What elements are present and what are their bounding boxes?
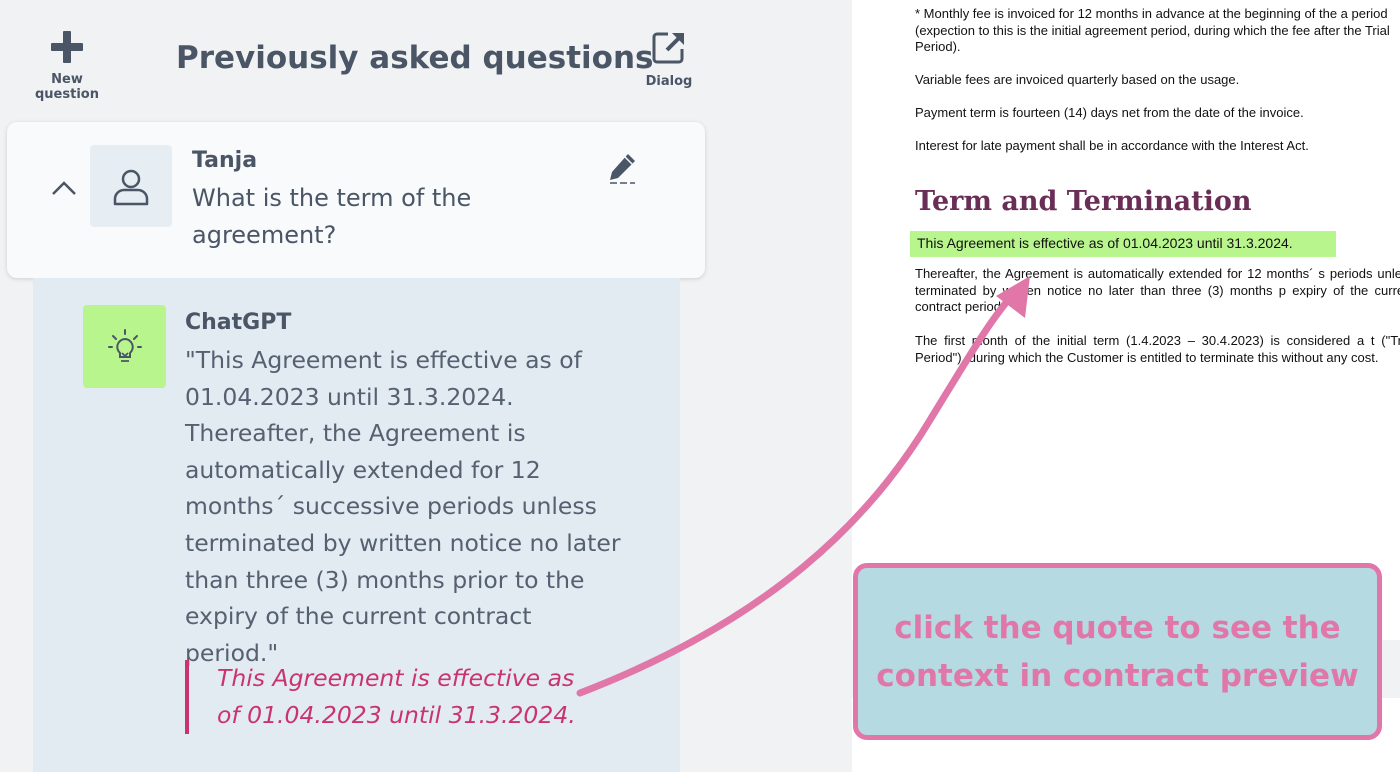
doc-heading: Term and Termination: [915, 186, 1252, 217]
page-title: Previously asked questions: [176, 40, 654, 76]
doc-paragraph-variable: Variable fees are invoiced quarterly bas…: [915, 72, 1240, 87]
new-question-label: New question: [35, 72, 99, 102]
doc-paragraph-payment: Payment term is fourteen (14) days net f…: [915, 105, 1304, 120]
answer-text: "This Agreement is effective as of 01.04…: [185, 346, 621, 667]
doc-paragraph-interest: Interest for late payment shall be in ac…: [915, 138, 1309, 153]
dialog-button[interactable]: Dialog: [640, 30, 698, 89]
dialog-label: Dialog: [645, 74, 693, 89]
answer-author: ChatGPT: [185, 310, 292, 335]
chevron-up-icon[interactable]: [50, 174, 78, 202]
answer-quote-link[interactable]: This Agreement is effective as of 01.04.…: [185, 660, 597, 734]
doc-paragraph-fees: * Monthly fee is invoiced for 12 months …: [915, 6, 1390, 54]
question-text: What is the term of the agreement?: [192, 184, 472, 249]
callout-text: click the quote to see the context in co…: [876, 609, 1359, 694]
user-icon: [113, 169, 149, 206]
qa-panel: New question Previously asked questions …: [0, 0, 850, 772]
new-question-button[interactable]: New question: [18, 30, 116, 102]
chatgpt-avatar: [83, 305, 166, 388]
open-external-icon: [652, 32, 684, 64]
lightbulb-icon: [107, 328, 142, 362]
contract-page: [852, 0, 1400, 640]
instruction-callout: click the quote to see the context in co…: [853, 563, 1382, 740]
edit-pencil-icon[interactable]: [607, 152, 637, 186]
question-author: Tanja: [192, 148, 258, 173]
doc-highlight-text: This Agreement is effective as of 01.04.…: [917, 235, 1293, 251]
plus-icon: [51, 31, 83, 63]
doc-paragraph-trial: The first month of the initial term (1.4…: [915, 333, 1400, 365]
user-avatar: [90, 145, 172, 227]
doc-paragraph-extension: Thereafter, the Agreement is automatical…: [915, 266, 1400, 314]
